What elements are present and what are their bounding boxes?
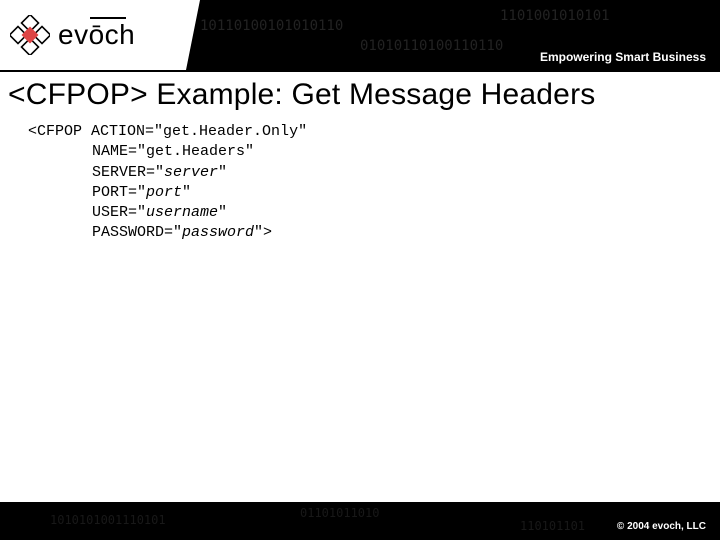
code-key: NAME=": [92, 143, 146, 160]
logo-text: evōch: [58, 19, 135, 51]
code-tag: <CFPOP: [28, 123, 82, 140]
code-line-5: USER="username": [28, 203, 720, 223]
code-end: ": [182, 184, 191, 201]
code-attr: ACTION="get.Header.Only": [91, 123, 307, 140]
code-key: PORT=": [92, 184, 146, 201]
code-val: password: [182, 224, 254, 241]
code-val: port: [146, 184, 182, 201]
logo-block: evōch: [0, 0, 200, 70]
code-key: PASSWORD=": [92, 224, 182, 241]
tagline: Empowering Smart Business: [540, 50, 706, 64]
code-line-3: SERVER="server": [28, 163, 720, 183]
code-val: get.Headers: [146, 143, 245, 160]
copyright: © 2004 evoch, LLC: [617, 521, 706, 532]
header-band: evōch Empowering Smart Business: [0, 0, 720, 70]
code-key: USER=": [92, 204, 146, 221]
diamond-grid-icon: [10, 15, 50, 55]
code-line-1: <CFPOP ACTION="get.Header.Only": [28, 122, 720, 142]
logo-label: evōch: [58, 19, 135, 50]
code-val: server: [164, 164, 218, 181]
page-title: <CFPOP> Example: Get Message Headers: [0, 72, 720, 122]
code-end: ": [218, 204, 227, 221]
code-val: username: [146, 204, 218, 221]
footer-band: © 2004 evoch, LLC: [0, 502, 720, 540]
code-line-2: NAME="get.Headers": [28, 142, 720, 162]
code-end: ": [245, 143, 254, 160]
code-line-4: PORT="port": [28, 183, 720, 203]
code-line-6: PASSWORD="password">: [28, 223, 720, 243]
code-block: <CFPOP ACTION="get.Header.Only" NAME="ge…: [0, 122, 720, 244]
code-key: SERVER=": [92, 164, 164, 181]
code-end: ">: [254, 224, 272, 241]
code-end: ": [218, 164, 227, 181]
